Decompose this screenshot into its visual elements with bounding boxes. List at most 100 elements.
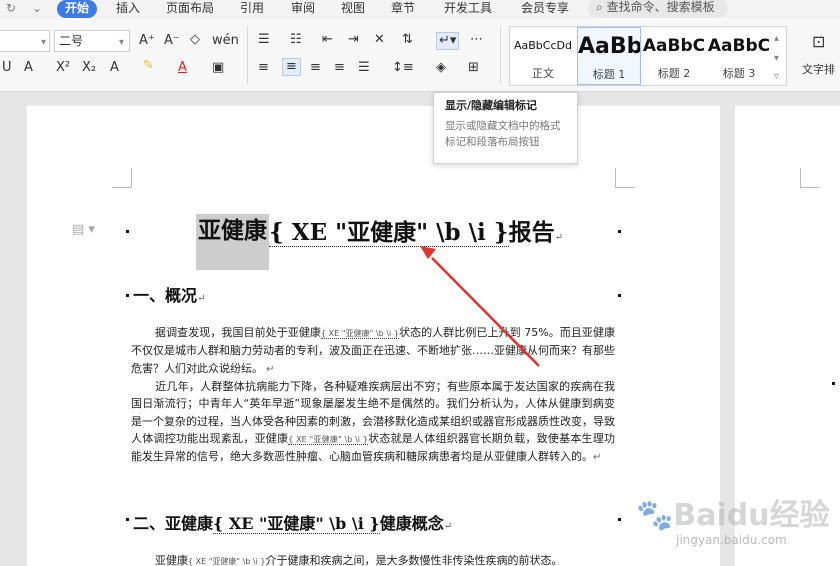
superscript-icon[interactable]: X² [56, 60, 70, 76]
chevron-down-icon: ▾ [41, 37, 47, 48]
tab-insert[interactable]: 插入 [116, 0, 140, 18]
paragraph-mark [126, 294, 129, 297]
style-heading-1[interactable]: AaBb 标题 1 [577, 27, 641, 85]
underline-icon[interactable]: U [2, 60, 12, 76]
xe-field-code[interactable]: { XE "亚健康" \b \i } [320, 329, 399, 339]
style-name: 正文 [532, 67, 554, 80]
pilcrow-mark: ↵ [443, 521, 453, 532]
command-search-input[interactable]: ⌕ 查找命令、搜索模板 [588, 0, 728, 18]
paragraph-1[interactable]: 据调查发现，我国目前处于亚健康{ XE "亚健康" \b \i }状态的人群比例… [131, 324, 615, 378]
watermark-text: Baidu经验 [673, 498, 830, 533]
separator [247, 26, 248, 84]
xe-field-code[interactable]: { XE "亚健康" \b \i } [213, 514, 380, 534]
pilcrow-mark: ↵ [554, 232, 563, 243]
distributed-icon[interactable]: ☰ [358, 60, 370, 76]
title-selected-text[interactable]: 亚健康 [196, 214, 269, 270]
paragraph-mark [126, 230, 129, 233]
highlight-icon[interactable]: ✎ [143, 58, 154, 74]
clear-format-icon[interactable]: ◇ [190, 32, 200, 48]
style-name: 标题 2 [657, 67, 691, 80]
more-styles-icon[interactable]: ▿ [774, 69, 779, 85]
style-preview: AaBbCcDd [514, 39, 572, 52]
font-size-value: 二号 [59, 34, 84, 48]
paragraph-mark [832, 382, 835, 385]
menu-bar: ↻ ⌄ 开始 插入 页面布局 引用 审阅 视图 章节 开发工具 会员专享 ⌕ 查… [0, 0, 840, 18]
chevron-down-icon: ▾ [119, 37, 125, 48]
chinese-layout-icon[interactable]: ✕ [374, 32, 385, 48]
tooltip-title: 显示/隐藏编辑标记 [445, 99, 538, 112]
tab-developer[interactable]: 开发工具 [444, 0, 492, 18]
search-placeholder: 查找命令、搜索模板 [606, 0, 715, 14]
xe-field-code[interactable]: { XE "亚健康" \b \i } [269, 219, 509, 247]
align-center-icon[interactable]: ≡ [282, 58, 301, 76]
baidu-watermark: 🐾Baidu经验 [636, 490, 830, 534]
paragraph-text: 介于健康和疾病之间，是大多数慢性非传染性疾病的前状态。 [265, 554, 563, 566]
chevron-up-icon[interactable]: ▴ [774, 31, 779, 47]
align-right-icon[interactable]: ≡ [310, 60, 321, 76]
show-hide-marks-button[interactable]: ↵▾ [436, 32, 460, 50]
crop-mark [800, 168, 820, 188]
paragraph-handle-icon[interactable]: ▤ ▾ [72, 222, 95, 237]
sort-icon[interactable]: ⇅ [402, 32, 413, 48]
strikethrough-icon[interactable]: A [24, 60, 33, 76]
xe-field-code[interactable]: { XE "亚健康" \b \i } [188, 557, 266, 566]
redo-icon[interactable]: ↻ [6, 1, 16, 15]
shading-icon[interactable]: ◈ [436, 60, 446, 76]
paragraph-mark [618, 294, 621, 297]
show-hide-marks-tooltip: 显示/隐藏编辑标记 显示或隐藏文档中的格式标记和段落布局按钮 [433, 92, 578, 164]
text-effect-icon[interactable]: A [110, 60, 119, 76]
separator [500, 26, 501, 84]
style-heading-2[interactable]: AaBbC 标题 2 [642, 27, 706, 85]
tab-member[interactable]: 会员专享 [521, 0, 569, 18]
tab-review[interactable]: 审阅 [291, 0, 315, 18]
font-size-select[interactable]: 二号 ▾ [54, 30, 130, 52]
numbered-list-icon[interactable]: ☷ [290, 32, 302, 48]
style-normal[interactable]: AaBbCcDd 正文 [510, 27, 576, 85]
grow-font-icon[interactable]: A⁺ [139, 33, 155, 49]
heading-overview[interactable]: 一、概况↵ [133, 282, 205, 306]
font-name-select[interactable]: ▾ [0, 30, 50, 52]
shrink-font-icon[interactable]: A⁻ [164, 33, 180, 49]
title-text: 报告 [508, 219, 555, 246]
paragraph-mark [126, 518, 129, 521]
heading-text: 健康概念 [379, 514, 444, 533]
heading-concept[interactable]: 二、亚健康{ XE "亚健康" \b \i }健康概念↵ [133, 510, 452, 534]
paragraph-text: 据调查发现，我国目前处于亚健康 [155, 326, 321, 339]
justify-icon[interactable]: ≡ [334, 60, 345, 76]
subscript-icon[interactable]: X₂ [82, 60, 96, 76]
heading-text: 二、亚健康 [133, 514, 214, 533]
line-spacing-icon[interactable]: ↕≡ [392, 60, 414, 76]
paragraph-mark [618, 518, 621, 521]
style-name: 标题 3 [722, 67, 756, 80]
paragraph-2[interactable]: 近几年，人群整体抗病能力下降，各种疑难疾病层出不穷；有些原本属于发达国家的疾病在… [131, 378, 615, 466]
pilcrow-mark: ↵ [593, 452, 602, 464]
pilcrow-mark: ↵ [197, 293, 206, 304]
document-title[interactable]: 亚健康{ XE "亚健康" \b \i }报告↵ [196, 214, 563, 270]
tab-view[interactable]: 视图 [341, 0, 365, 18]
tab-page-layout[interactable]: 页面布局 [166, 0, 214, 18]
style-preview: AaBbC [642, 36, 706, 56]
xe-field-code[interactable]: { XE "亚健康" \b \i } [288, 434, 368, 445]
style-heading-3[interactable]: AaBbC 标题 3 [707, 27, 771, 85]
chevron-down-icon[interactable]: ▾ [774, 51, 779, 67]
tab-home[interactable]: 开始 [57, 0, 98, 18]
table-lines-icon[interactable]: ⋯ [470, 32, 483, 48]
align-left-icon[interactable]: ≡ [258, 60, 269, 76]
tooltip-description: 显示或隐藏文档中的格式标记和段落布局按钮 [445, 120, 561, 148]
crop-mark [615, 168, 635, 188]
font-color-icon[interactable]: A [178, 60, 187, 76]
increase-indent-icon[interactable]: ⇥ [348, 32, 359, 48]
tab-references[interactable]: 引用 [240, 0, 264, 18]
paragraph-3[interactable]: 亚健康{ XE "亚健康" \b \i }介于健康和疾病之间，是大多数慢性非传染… [131, 552, 621, 566]
text-layout-label[interactable]: 文字排 [802, 62, 835, 78]
char-border-icon[interactable]: ▣ [212, 60, 224, 76]
phonetic-guide-icon[interactable]: wén [212, 33, 239, 49]
bullet-list-icon[interactable]: ☰ [258, 32, 270, 48]
borders-icon[interactable]: ⊞ [468, 60, 479, 76]
tab-chapter[interactable]: 章节 [391, 0, 415, 18]
text-layout-icon[interactable]: ⊡ [812, 34, 825, 50]
decrease-indent-icon[interactable]: ⇤ [322, 32, 333, 48]
baidu-paw-icon: 🐾 [636, 498, 674, 533]
watermark-url: jingyan.baidu.com [676, 533, 787, 547]
quick-access-dropdown-icon[interactable]: ⌄ [32, 1, 42, 15]
